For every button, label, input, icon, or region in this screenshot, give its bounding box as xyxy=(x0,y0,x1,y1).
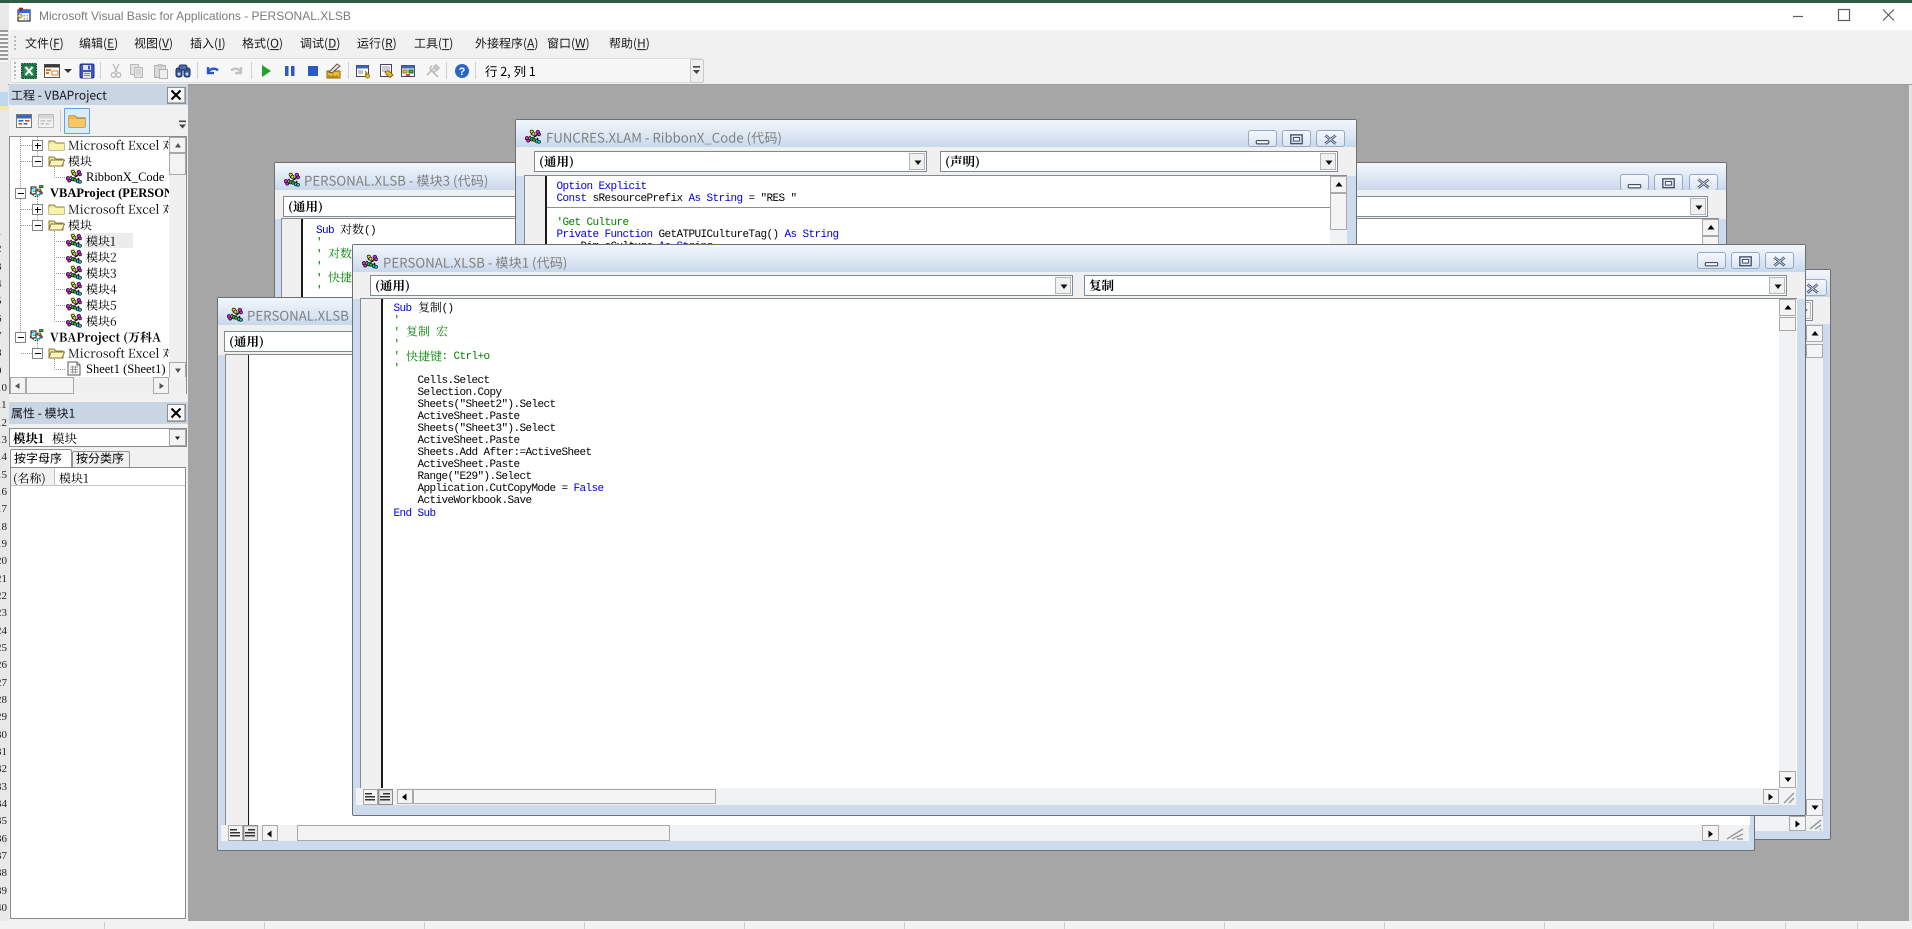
svg-text:?: ? xyxy=(459,66,466,78)
